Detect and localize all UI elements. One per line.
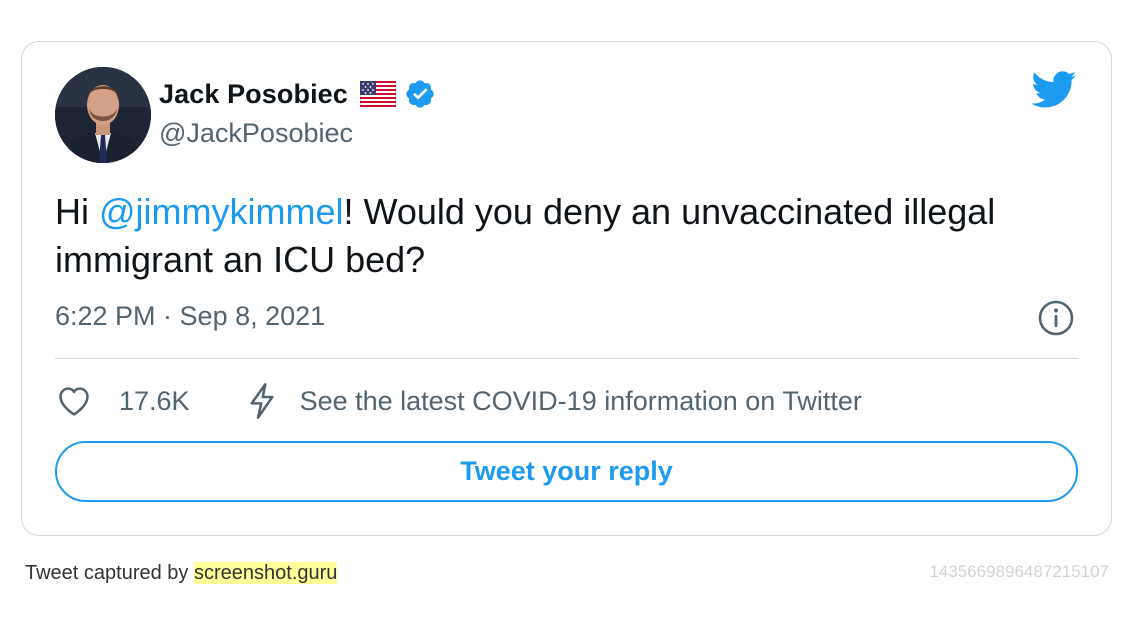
us-flag-icon <box>359 80 397 108</box>
mention-link[interactable]: @jimmykimmel <box>99 191 344 232</box>
twitter-bird-icon[interactable] <box>1031 70 1077 110</box>
info-icon[interactable] <box>1037 299 1075 337</box>
avatar-image <box>55 67 151 163</box>
author-handle[interactable]: @JackPosobiec <box>159 118 353 149</box>
author-name-row: Jack Posobiec <box>159 76 436 112</box>
footer-tweet-id: 1435669896487215107 <box>929 562 1109 581</box>
avatar[interactable] <box>55 67 151 163</box>
tweet-text: Hi @jimmykimmel! Would you deny an unvac… <box>55 188 1075 284</box>
tweet-reply-button[interactable]: Tweet your reply <box>55 441 1078 502</box>
heart-icon[interactable] <box>55 382 93 420</box>
footer-captured-text: Tweet captured by <box>25 562 194 584</box>
footer-screenshot-guru-link[interactable]: screenshot.guru <box>193 562 338 584</box>
author-name[interactable]: Jack Posobiec <box>159 79 348 110</box>
footer-captured-by: Tweet captured by screenshot.guru <box>25 562 338 585</box>
action-bar: 17.6K See the latest COVID-19 informatio… <box>55 378 862 424</box>
tweet-text-prefix: Hi <box>55 191 99 232</box>
tweet-card: Jack Posobiec @JackPosobiec Hi @jimmykim… <box>21 41 1112 536</box>
lightning-icon <box>246 382 278 420</box>
tweet-timestamp[interactable]: 6:22 PM · Sep 8, 2021 <box>55 301 325 332</box>
covid-info-link[interactable]: See the latest COVID-19 information on T… <box>300 386 862 417</box>
verified-badge-icon <box>404 78 436 110</box>
divider <box>55 358 1078 359</box>
like-count[interactable]: 17.6K <box>119 386 190 417</box>
